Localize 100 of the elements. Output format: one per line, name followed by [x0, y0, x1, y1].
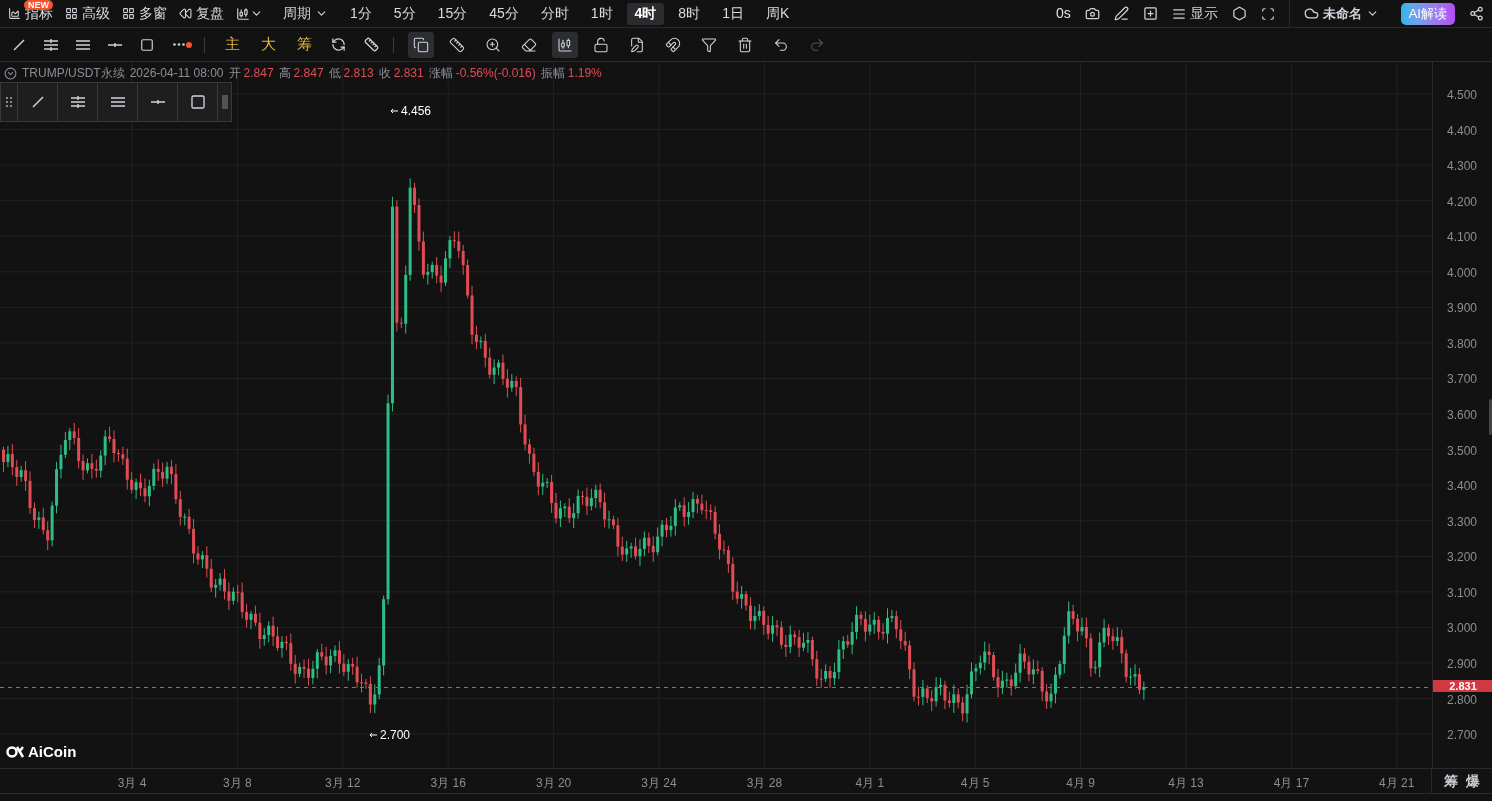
add-icon[interactable]: [1142, 6, 1158, 21]
line-tool-icon: [12, 37, 26, 52]
toolbar-tool[interactable]: [408, 31, 434, 58]
price-tick: 4.300: [1447, 160, 1478, 173]
period-tab[interactable]: 周K: [757, 2, 798, 25]
candle-time: 2026-04-11 08:00: [129, 65, 224, 82]
period-tab[interactable]: 1时: [582, 2, 621, 25]
price-tick: 3.400: [1447, 480, 1478, 493]
field-label: 低: [328, 65, 341, 82]
date-tick: 3月 16: [429, 775, 467, 792]
price-tick: 3.600: [1447, 409, 1478, 422]
last-price-tag: 2.831: [1433, 680, 1492, 693]
share-icon[interactable]: [1469, 6, 1484, 21]
parallel-lines-icon: [69, 95, 86, 109]
date-tick: 3月 24: [640, 775, 678, 792]
grid-icon: [65, 7, 78, 20]
rectangle-icon: [140, 37, 154, 52]
overlay-tool[interactable]: 主: [219, 33, 245, 56]
period-dropdown[interactable]: 周期: [283, 3, 328, 24]
trash-icon: [737, 36, 753, 53]
date-tick: 3月 20: [534, 775, 573, 792]
ruler-icon: [449, 36, 465, 53]
price-tick: 4.400: [1447, 124, 1478, 137]
copy-icon: [413, 36, 429, 53]
field-value: -0.56%(-0.016): [455, 65, 536, 82]
period-tab[interactable]: 4时: [626, 2, 665, 25]
list-icon: [1171, 6, 1186, 21]
price-tick: 4.500: [1447, 89, 1478, 101]
price-tick: 2.900: [1447, 657, 1478, 670]
price-tick: 4.200: [1447, 195, 1478, 208]
candles-icon: [236, 6, 250, 21]
logo-icon: [6, 745, 24, 760]
period-tab[interactable]: 45分: [481, 2, 527, 25]
date-tick: 3月 12: [324, 775, 362, 792]
price-tick: 3.700: [1447, 373, 1478, 386]
measure-icon[interactable]: [364, 37, 379, 52]
period-tab[interactable]: 分时: [532, 2, 577, 25]
period-tab[interactable]: 5分: [385, 2, 424, 25]
chart-icon: [8, 7, 21, 20]
field-value: 2.847: [293, 65, 324, 82]
menu-button[interactable]: 复盘: [179, 3, 224, 24]
symbol-name: TRUMP/USDT永续: [22, 65, 125, 82]
bottom-tag-button[interactable]: 筹: [1444, 770, 1458, 792]
rewind-icon: [179, 7, 192, 20]
date-tick: 4月 9: [1065, 775, 1096, 792]
toolbar-tool[interactable]: [552, 31, 578, 58]
line-tool-icon: [30, 95, 45, 109]
price-tick: 3.200: [1447, 551, 1478, 564]
overlay-tool[interactable]: 筹: [291, 33, 317, 56]
note-icon: [629, 36, 645, 53]
pen-icon[interactable]: [1113, 6, 1129, 21]
rectangle-icon: [189, 94, 206, 110]
price-tick: 3.500: [1447, 444, 1478, 457]
period-tab[interactable]: 1日: [714, 2, 752, 25]
refresh-icon[interactable]: [331, 37, 346, 52]
collapse-icon[interactable]: [4, 66, 17, 80]
eraser-icon: [521, 36, 537, 53]
redo-icon: [809, 36, 825, 53]
date-tick: 3月 4: [116, 775, 148, 792]
field-label: 振幅: [540, 65, 565, 82]
fullscreen-icon[interactable]: [1260, 6, 1275, 21]
period-tab[interactable]: 1分: [342, 2, 380, 25]
camera-icon[interactable]: [1084, 6, 1100, 21]
menu-button[interactable]: 多窗: [122, 3, 167, 24]
date-tick: 3月 28: [745, 775, 784, 792]
date-tick: 4月 1: [854, 775, 886, 792]
field-label: 涨幅: [428, 65, 453, 82]
magnet-icon: [665, 36, 681, 53]
candles-icon: [557, 36, 573, 53]
undo-icon: [773, 36, 789, 53]
date-tick: 4月 5: [959, 775, 991, 792]
logo-text: AiCoin: [28, 742, 77, 762]
filter-icon: [701, 36, 717, 53]
period-tab[interactable]: 15分: [429, 2, 476, 25]
grid-icon: [122, 7, 135, 20]
grip-icon[interactable]: [217, 83, 231, 121]
price-tick: 2.800: [1447, 693, 1478, 706]
high-price-label: 4.456: [401, 103, 432, 120]
low-price-label: 2.700: [380, 727, 411, 744]
display-button[interactable]: 显示: [1171, 3, 1218, 24]
field-label: 高: [278, 65, 291, 82]
price-tick: 3.800: [1447, 337, 1478, 350]
price-tick: 4.000: [1447, 266, 1478, 279]
parallel-lines-icon: [43, 37, 59, 52]
date-tick: 3月 8: [222, 775, 253, 792]
price-tick: 3.000: [1447, 622, 1478, 635]
overlay-tool[interactable]: 大: [255, 33, 281, 56]
date-tick: 4月 17: [1272, 775, 1311, 792]
scrollbar-thumb[interactable]: [1489, 399, 1492, 435]
menu-button[interactable]: 高级: [65, 3, 110, 24]
more-icon: [173, 43, 185, 46]
countdown: 0s: [1055, 4, 1071, 23]
price-tick: 2.700: [1447, 729, 1478, 742]
horizontal-lines-icon: [75, 37, 91, 52]
date-tick: 4月 13: [1167, 775, 1205, 792]
layout-dropdown[interactable]: 未命名: [1303, 3, 1379, 24]
left-arrow-icon: [369, 732, 377, 738]
bottom-tag-button[interactable]: 爆: [1466, 770, 1480, 792]
period-tab[interactable]: 8时: [670, 2, 709, 25]
price-tick: 3.900: [1447, 302, 1478, 315]
